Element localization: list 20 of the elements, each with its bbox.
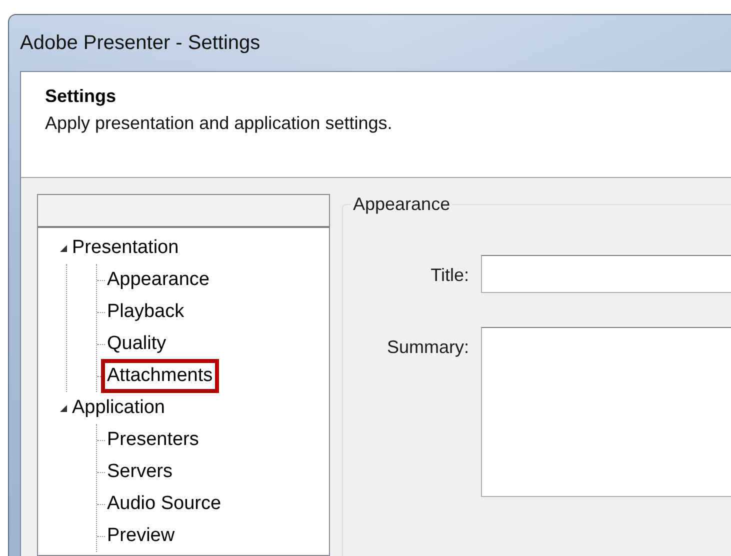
group-title: Appearance [352, 194, 452, 215]
expanded-arrow-icon[interactable] [58, 243, 68, 253]
tree-item[interactable]: Playback [101, 295, 190, 329]
tree-item[interactable]: Presenters [101, 423, 205, 457]
tree-item[interactable]: Presentation [66, 231, 185, 265]
tree-item[interactable]: Application [66, 391, 171, 425]
header-title: Settings [45, 86, 118, 107]
window-title: Adobe Presenter - Settings [20, 32, 260, 54]
field-label: Title: [430, 264, 469, 286]
tree-item[interactable]: Preview [101, 519, 181, 553]
tree-item[interactable]: Attachments [101, 359, 219, 393]
title-field[interactable] [481, 255, 731, 293]
summary-field[interactable] [481, 327, 731, 497]
tree-item[interactable]: Servers [101, 455, 178, 489]
tree-item[interactable]: Quality [101, 327, 172, 361]
expanded-arrow-icon[interactable] [58, 403, 68, 413]
header-subtitle: Apply presentation and application settings. [45, 113, 394, 134]
field-label: Summary: [386, 336, 469, 358]
tree-item[interactable]: Appearance [101, 263, 216, 297]
tree-item[interactable]: Audio Source [101, 487, 228, 521]
